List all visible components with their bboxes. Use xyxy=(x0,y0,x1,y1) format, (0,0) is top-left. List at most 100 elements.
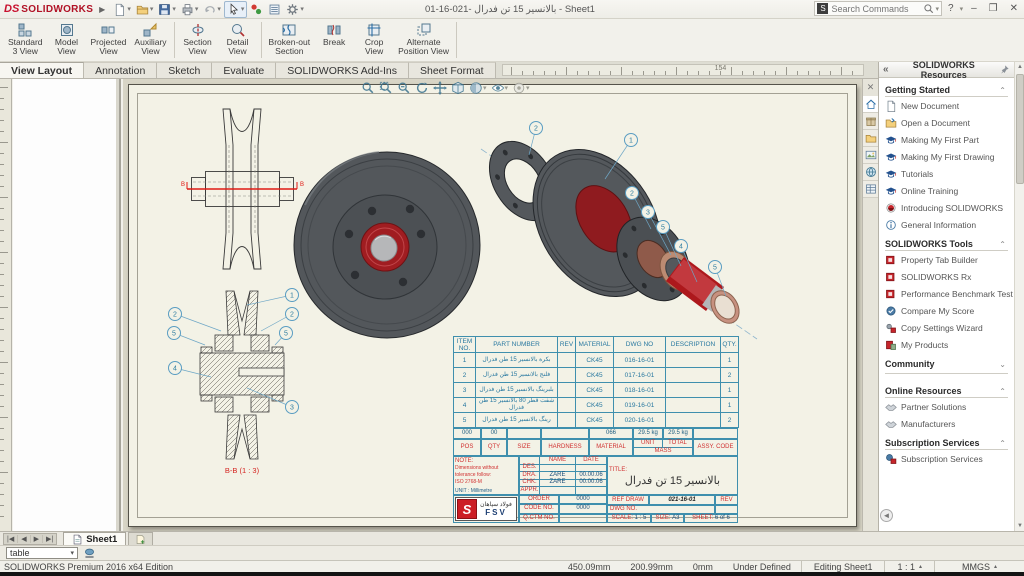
chevron-up-icon[interactable]: ⌃ xyxy=(999,439,1008,448)
zoom-fit-button[interactable] xyxy=(361,81,375,95)
caret-down-icon[interactable]: ▾ xyxy=(127,5,131,13)
link-tutorials[interactable]: Tutorials xyxy=(885,165,1014,182)
caret-down-icon[interactable]: ▾ xyxy=(241,5,245,13)
previous-sheet-button[interactable]: ◀ xyxy=(18,535,30,543)
first-sheet-button[interactable]: |◀ xyxy=(4,535,18,543)
scrollbar-thumb[interactable] xyxy=(1016,74,1024,184)
caret-down-icon[interactable]: ▾ xyxy=(300,5,304,13)
search-scope-icon[interactable]: S xyxy=(817,3,828,14)
task-pane-tab-home[interactable] xyxy=(863,96,879,113)
link-introducing-solidworks[interactable]: Introducing SOLIDWORKS xyxy=(885,199,1014,216)
scroll-up-icon[interactable]: ▲ xyxy=(1015,62,1024,72)
help-button[interactable]: ? xyxy=(946,3,956,14)
save-button[interactable]: ▾ xyxy=(156,2,178,17)
tab-evaluate[interactable]: Evaluate xyxy=(212,62,276,78)
rotate-view-button[interactable] xyxy=(415,81,429,95)
caret-down-icon[interactable]: ▾ xyxy=(217,5,221,13)
alternate-position-view-button[interactable]: AlternatePosition View xyxy=(394,19,453,61)
link-new-document[interactable]: New Document xyxy=(885,97,1014,114)
search-commands-box[interactable]: S ▾ xyxy=(814,1,942,16)
link-copy-settings-wizard[interactable]: Copy Settings Wizard xyxy=(885,319,1014,336)
section-view-button[interactable]: SectionView xyxy=(178,19,218,61)
link-compare-my-score[interactable]: Compare My Score xyxy=(885,302,1014,319)
chevron-up-icon[interactable]: ⌃ xyxy=(999,86,1008,95)
link-partner-solutions[interactable]: Partner Solutions xyxy=(885,398,1014,415)
feature-manager-panel[interactable] xyxy=(13,79,121,531)
tab-view-layout[interactable]: View Layout xyxy=(0,62,84,78)
auto-collapse-arrow-icon[interactable]: ◄ xyxy=(880,509,893,522)
section-header[interactable]: Getting Started⌃ xyxy=(885,83,1008,97)
view-settings-button[interactable]: ▾ xyxy=(512,81,530,95)
options-gear-button[interactable]: ▾ xyxy=(284,2,306,17)
search-commands-input[interactable] xyxy=(831,4,923,14)
close-pane-icon[interactable]: ✕ xyxy=(863,79,879,96)
caret-down-icon[interactable]: ▾ xyxy=(172,5,176,13)
chevron-down-icon[interactable]: ⌄ xyxy=(999,360,1008,369)
help-caret-icon[interactable]: ▾ xyxy=(960,5,964,13)
detail-view-button[interactable]: DetailView xyxy=(218,19,258,61)
pin-icon[interactable] xyxy=(995,64,1014,75)
sheet-navigation-buttons[interactable]: |◀ ◀ ▶ ▶| xyxy=(3,533,57,545)
chevron-up-icon[interactable]: ⌃ xyxy=(999,240,1008,249)
restore-button[interactable]: ❐ xyxy=(985,3,1002,14)
link-making-my-first-part[interactable]: Making My First Part xyxy=(885,131,1014,148)
combo-caret-icon[interactable]: ▾ xyxy=(70,549,74,557)
file-properties-button[interactable] xyxy=(266,2,283,17)
caret-down-icon[interactable]: ▾ xyxy=(505,84,509,92)
link-online-training[interactable]: Online Training xyxy=(885,182,1014,199)
last-sheet-button[interactable]: ▶| xyxy=(43,535,56,543)
tab-sheet-format[interactable]: Sheet Format xyxy=(409,62,496,78)
units-dropdown[interactable]: MMGS▴ xyxy=(934,561,1024,572)
section-header[interactable]: Subscription Services⌃ xyxy=(885,436,1008,450)
link-performance-benchmark-test[interactable]: Performance Benchmark Test xyxy=(885,285,1014,302)
zoom-inout-button[interactable] xyxy=(397,81,411,95)
minimize-button[interactable]: – xyxy=(967,3,981,14)
link-solidworks-rx[interactable]: SOLIDWORKS Rx xyxy=(885,268,1014,285)
pan-button[interactable] xyxy=(433,81,447,95)
display-style-button[interactable]: ▾ xyxy=(469,81,487,95)
sheet1-tab[interactable]: Sheet1 xyxy=(63,532,126,545)
graphics-viewport[interactable]: B B xyxy=(123,79,862,531)
link-my-products[interactable]: My Products xyxy=(885,336,1014,353)
new-doc-button[interactable]: ▾ xyxy=(111,2,133,17)
search-caret-icon[interactable]: ▾ xyxy=(935,5,939,13)
task-pane-tab-globe[interactable] xyxy=(863,164,879,181)
chevron-up-icon[interactable]: ⌃ xyxy=(999,387,1008,396)
drawing-sheet[interactable]: B B xyxy=(128,84,857,527)
link-property-tab-builder[interactable]: Property Tab Builder xyxy=(885,251,1014,268)
hide-show-button[interactable]: ▾ xyxy=(491,81,509,95)
break--button[interactable]: Break xyxy=(314,19,354,61)
tab-sketch[interactable]: Sketch xyxy=(157,62,212,78)
caret-down-icon[interactable]: ▾ xyxy=(195,5,199,13)
open-folder-button[interactable]: ▾ xyxy=(134,2,156,17)
caret-down-icon[interactable]: ▾ xyxy=(483,84,487,92)
close-button[interactable]: ✕ xyxy=(1006,3,1022,14)
rebuild-traffic-button[interactable] xyxy=(248,2,265,17)
view-orientation-button[interactable] xyxy=(451,81,465,95)
link-open-a-document[interactable]: Open a Document xyxy=(885,114,1014,131)
add-sheet-tab[interactable] xyxy=(128,532,153,545)
task-pane-tab-folder[interactable] xyxy=(863,130,879,147)
stamp-tool-icon[interactable] xyxy=(83,547,96,560)
task-pane-tab-list[interactable] xyxy=(863,181,879,198)
menu-flyout-arrow-icon[interactable]: ▶ xyxy=(99,5,105,14)
crop-view-button[interactable]: CropView xyxy=(354,19,394,61)
select-cursor-button[interactable]: ▾ xyxy=(224,1,248,18)
caret-down-icon[interactable]: ▾ xyxy=(150,5,154,13)
next-sheet-button[interactable]: ▶ xyxy=(31,535,43,543)
section-header[interactable]: Online Resources⌃ xyxy=(885,384,1008,398)
table-style-combo[interactable]: table ▾ xyxy=(6,547,78,559)
model-view-button[interactable]: ModelView xyxy=(47,19,87,61)
link-subscription-services[interactable]: Subscription Services xyxy=(885,450,1014,467)
standard-3-view-button[interactable]: Standard3 View xyxy=(4,19,47,61)
section-header[interactable]: SOLIDWORKS Tools⌃ xyxy=(885,237,1008,251)
print-button[interactable]: ▾ xyxy=(179,2,201,17)
caret-down-icon[interactable]: ▾ xyxy=(526,84,530,92)
search-icon[interactable] xyxy=(923,3,935,15)
task-pane-tab-image[interactable] xyxy=(863,147,879,164)
task-pane-scrollbar[interactable]: ▲ ▼ xyxy=(1014,62,1024,531)
auxiliary-view-button[interactable]: AuxiliaryView xyxy=(130,19,170,61)
tab-solidworks-add-ins[interactable]: SOLIDWORKS Add-Ins xyxy=(276,62,409,78)
undo-button[interactable]: ▾ xyxy=(201,2,223,17)
scroll-down-icon[interactable]: ▼ xyxy=(1015,521,1024,531)
